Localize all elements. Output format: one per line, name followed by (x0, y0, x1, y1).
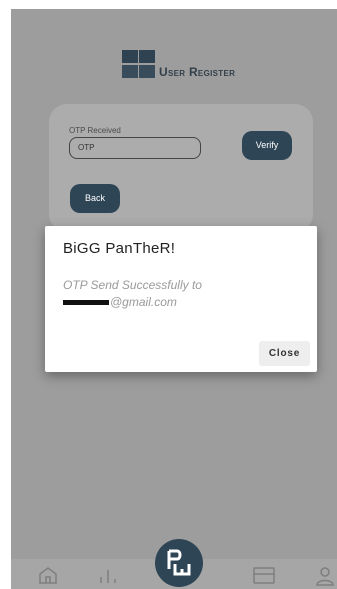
otp-input[interactable]: OTP (69, 137, 201, 159)
otp-success-dialog: BiGG PanTheR! OTP Send Successfully to @… (45, 226, 317, 372)
dialog-email-suffix: @gmail.com (110, 295, 177, 309)
close-button[interactable]: Close (259, 341, 310, 366)
home-icon[interactable] (38, 566, 58, 584)
verify-button[interactable]: Verify (242, 131, 292, 160)
dialog-message: OTP Send Successfully to (63, 278, 202, 292)
card-icon[interactable] (253, 566, 275, 584)
otp-label: OTP Received (69, 126, 121, 135)
redacted-email-mark (63, 300, 109, 306)
bar-chart-icon[interactable] (97, 566, 119, 584)
back-button[interactable]: Back (70, 184, 120, 213)
home-fab-button[interactable] (155, 539, 203, 587)
page-title: User Register (159, 65, 235, 79)
page-title-first: User (159, 65, 186, 79)
dialog-email: @gmail.com (63, 295, 177, 309)
profile-icon[interactable] (315, 566, 335, 586)
dialog-title: BiGG PanTheR! (63, 240, 176, 257)
app-logo-icon (167, 549, 191, 576)
app-logo-icon (122, 50, 156, 80)
page-title-second: Register (188, 65, 236, 79)
otp-card: OTP Received OTP Verify Back (49, 104, 313, 232)
